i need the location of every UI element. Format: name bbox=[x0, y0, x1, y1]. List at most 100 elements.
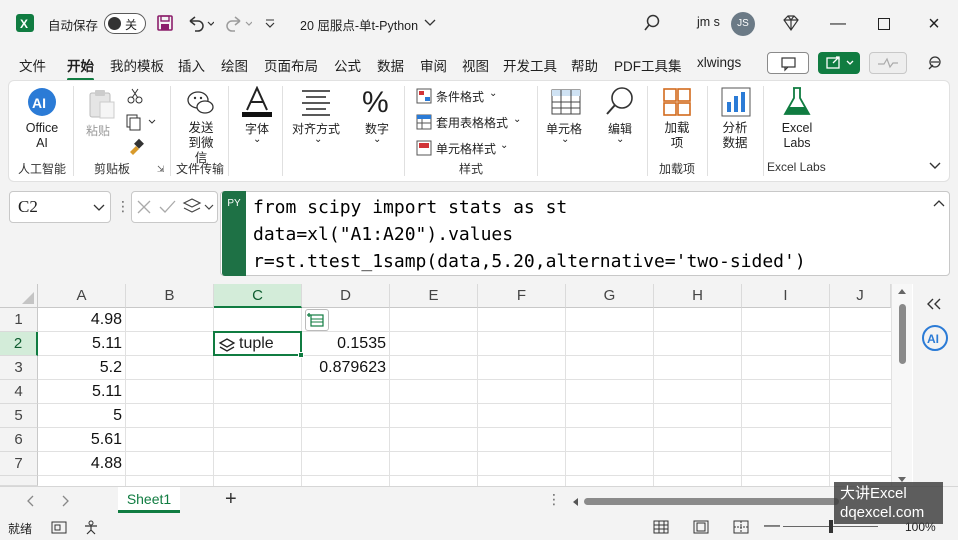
paste-label[interactable]: 粘贴 bbox=[86, 122, 110, 139]
analyze-data-icon[interactable] bbox=[720, 86, 752, 121]
tab-draw[interactable]: 绘图 bbox=[221, 55, 248, 75]
chevron-down-icon[interactable]: ⌄ bbox=[489, 88, 497, 99]
cell-a1[interactable]: 4.98 bbox=[40, 308, 122, 332]
tab-review[interactable]: 审阅 bbox=[420, 55, 447, 75]
cell-d3[interactable]: 0.879623 bbox=[304, 356, 386, 380]
table-format-icon[interactable] bbox=[416, 114, 432, 133]
column-header-h[interactable]: H bbox=[654, 284, 742, 308]
office-ai-icon[interactable]: AI bbox=[921, 324, 949, 352]
save-icon[interactable] bbox=[156, 14, 174, 35]
cell-d2[interactable]: 0.1535 bbox=[304, 332, 386, 356]
chevron-down-icon[interactable] bbox=[424, 17, 436, 31]
addins-button[interactable]: 加载项 bbox=[663, 121, 691, 151]
close-icon[interactable]: × bbox=[922, 12, 946, 36]
chevron-left-icon[interactable] bbox=[26, 495, 36, 507]
chevron-down-icon[interactable]: ⌄ bbox=[616, 134, 624, 145]
percent-icon[interactable]: % bbox=[362, 86, 389, 120]
tab-data[interactable]: 数据 bbox=[377, 55, 404, 75]
collapse-ribbon-icon[interactable] bbox=[928, 160, 942, 175]
conditional-format-icon[interactable] bbox=[416, 88, 432, 107]
row-header-3[interactable]: 3 bbox=[0, 356, 38, 380]
cell-a2[interactable]: 5.11 bbox=[40, 332, 122, 356]
tab-page-layout[interactable]: 页面布局 bbox=[264, 55, 318, 75]
cell-style-button[interactable]: 单元格样式 bbox=[436, 140, 496, 157]
align-icon[interactable] bbox=[300, 88, 332, 119]
undo-icon[interactable] bbox=[186, 14, 215, 35]
column-header-d[interactable]: D bbox=[302, 284, 390, 308]
more-options-icon[interactable]: ⋮ bbox=[116, 198, 130, 215]
wechat-icon[interactable] bbox=[186, 88, 216, 121]
column-header-a[interactable]: A bbox=[38, 284, 126, 308]
column-header-g[interactable]: G bbox=[566, 284, 654, 308]
tab-home[interactable]: 开始 bbox=[67, 55, 94, 81]
tab-view[interactable]: 视图 bbox=[462, 55, 489, 75]
cell-a3[interactable]: 5.2 bbox=[40, 356, 122, 380]
chevron-down-icon[interactable] bbox=[93, 202, 105, 216]
tab-xlwings[interactable]: xlwings bbox=[697, 55, 741, 70]
redo-icon[interactable] bbox=[224, 14, 253, 35]
find-icon[interactable] bbox=[605, 86, 635, 119]
chevron-down-icon[interactable]: ⌄ bbox=[513, 114, 521, 125]
vertical-scrollbar[interactable] bbox=[891, 284, 912, 486]
cell-style-icon[interactable] bbox=[416, 140, 432, 159]
python-mode-badge[interactable]: PY bbox=[222, 191, 246, 276]
share-button[interactable] bbox=[818, 52, 860, 74]
addins-icon[interactable] bbox=[663, 88, 691, 119]
accessibility-icon[interactable] bbox=[83, 519, 101, 535]
horizontal-scroll-thumb[interactable] bbox=[584, 498, 839, 505]
row-header-2[interactable]: 2 bbox=[0, 332, 38, 356]
activity-button[interactable] bbox=[869, 52, 907, 74]
workbook-stats-icon[interactable] bbox=[51, 520, 67, 534]
maximize-icon[interactable] bbox=[878, 18, 890, 30]
row-header-4[interactable]: 4 bbox=[0, 380, 38, 404]
row-header-partial[interactable] bbox=[0, 476, 38, 486]
row-header-1[interactable]: 1 bbox=[0, 308, 38, 332]
copilot-icon[interactable] bbox=[925, 53, 945, 76]
search-icon[interactable] bbox=[643, 14, 661, 35]
more-options-icon[interactable]: ⋮ bbox=[547, 491, 561, 508]
page-break-view-icon[interactable] bbox=[733, 520, 749, 534]
format-painter-icon[interactable] bbox=[127, 138, 145, 159]
chevron-right-icon[interactable] bbox=[60, 495, 70, 507]
excel-labs-button[interactable]: Excel Labs bbox=[778, 121, 816, 151]
normal-view-icon[interactable] bbox=[653, 520, 669, 534]
select-all-corner[interactable] bbox=[0, 284, 38, 308]
worksheet-grid[interactable] bbox=[0, 284, 958, 486]
paste-icon[interactable] bbox=[86, 88, 116, 123]
office-ai-icon[interactable]: AI bbox=[26, 86, 58, 121]
expand-pane-icon[interactable] bbox=[925, 297, 943, 311]
column-header-f[interactable]: F bbox=[478, 284, 566, 308]
column-header-i[interactable]: I bbox=[742, 284, 830, 308]
row-header-6[interactable]: 6 bbox=[0, 428, 38, 452]
chevron-down-icon[interactable]: ⌄ bbox=[500, 140, 508, 151]
cell-c2[interactable]: tuple bbox=[213, 331, 302, 356]
scroll-up-icon[interactable] bbox=[897, 287, 907, 295]
collapse-formula-bar-icon[interactable] bbox=[933, 198, 945, 212]
customize-qat-icon[interactable] bbox=[264, 14, 276, 35]
add-sheet-icon[interactable]: + bbox=[225, 488, 237, 511]
minimize-icon[interactable]: — bbox=[826, 12, 850, 36]
chevron-down-icon[interactable]: ⌄ bbox=[561, 134, 569, 145]
diamond-icon[interactable] bbox=[781, 14, 801, 35]
tab-formulas[interactable]: 公式 bbox=[334, 55, 361, 75]
cell-a6[interactable]: 5.61 bbox=[40, 428, 122, 452]
zoom-out-icon[interactable]: — bbox=[764, 517, 780, 535]
column-header-b[interactable]: B bbox=[126, 284, 214, 308]
tab-help[interactable]: 帮助 bbox=[571, 55, 598, 75]
flask-icon[interactable] bbox=[782, 86, 812, 121]
row-header-7[interactable]: 7 bbox=[0, 452, 38, 476]
office-ai-button[interactable]: Office AI bbox=[20, 121, 64, 151]
chevron-down-icon[interactable]: ⌄ bbox=[373, 134, 381, 145]
dialog-launcher-icon[interactable]: ⇲ bbox=[157, 164, 165, 175]
user-name[interactable]: jm s bbox=[697, 15, 720, 29]
conditional-format-button[interactable]: 条件格式 bbox=[436, 88, 484, 105]
tab-pdf-tools[interactable]: PDF工具集 bbox=[614, 55, 682, 75]
avatar[interactable]: JS bbox=[731, 12, 755, 36]
autosave-toggle[interactable]: 关 bbox=[104, 13, 146, 34]
tab-file[interactable]: 文件 bbox=[19, 55, 46, 75]
tab-insert[interactable]: 插入 bbox=[178, 55, 205, 75]
sheet-tab-sheet1[interactable]: Sheet1 bbox=[118, 487, 180, 513]
copy-icon[interactable] bbox=[125, 113, 157, 134]
column-header-j[interactable]: J bbox=[830, 284, 891, 308]
insert-data-icon[interactable] bbox=[305, 309, 329, 331]
